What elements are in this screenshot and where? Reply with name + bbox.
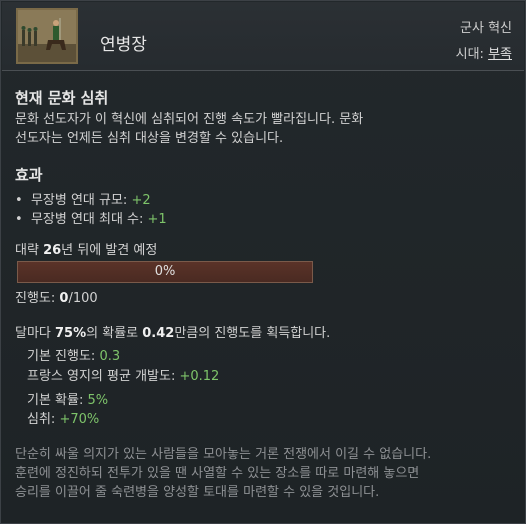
flavor-text-1: 단순히 싸울 의지가 있는 사람들을 모아놓는 거론 전쟁에서 이길 수 없습니… (15, 447, 432, 462)
tooltip-header: 연병장 군사 혁신 시대: 부족 (2, 2, 524, 71)
culture-fascination-text-2: 선도자는 언제든 심취 대상을 변경할 수 있습니다. (15, 131, 284, 146)
fascination-bonus: 심취: +70% (27, 410, 99, 429)
bullet: • (15, 212, 23, 227)
monthly-text: 의 확률로 (86, 326, 143, 341)
monthly-amount: 0.42 (142, 326, 175, 341)
effect-item: • 무장병 연대 규모: +2 (15, 189, 151, 208)
average-development-value: +0.12 (179, 369, 220, 384)
innovation-type: 군사 혁신 (460, 21, 512, 36)
monthly-text: 달마다 (15, 326, 56, 341)
progress-label: 진행도: (15, 291, 60, 306)
fascination-label: 심취: (27, 412, 60, 427)
progress-max: /100 (68, 291, 98, 306)
era-line: 시대: 부족 (456, 43, 512, 62)
base-progress-value: 0.3 (99, 349, 121, 364)
effect-value: +2 (131, 193, 151, 208)
innovation-title: 연병장 (100, 35, 147, 55)
era-link[interactable]: 부족 (488, 47, 512, 62)
effect-item: • 무장병 연대 최대 수: +1 (15, 208, 167, 227)
era-label: 시대: (455, 47, 489, 62)
base-chance-value: 5% (87, 393, 109, 408)
effects-heading: 효과 (15, 166, 43, 184)
innovation-portrait (16, 8, 78, 64)
soldiers-drill-icon (18, 10, 76, 62)
innovation-tooltip: 연병장 군사 혁신 시대: 부족 현재 문화 심취 문화 선도자가 이 혁신에 … (0, 0, 526, 524)
base-chance: 기본 확률: 5% (27, 391, 108, 410)
average-development-label: 프랑스 영지의 평균 개발도: (27, 369, 180, 384)
culture-fascination-text-1: 문화 선도자가 이 혁신에 심취되어 진행 속도가 빨라집니다. 문화 (15, 112, 364, 127)
progress-bar: 0% (17, 261, 313, 283)
flavor-text-3: 승리를 이끌어 줄 숙련병을 양성할 토대를 마련할 수 있을 것입니다. (15, 485, 380, 500)
fascination-value: +70% (59, 412, 100, 427)
discovery-estimate: 대략 26년 뒤에 발견 예정 (15, 241, 157, 260)
discovery-years: 26 (43, 243, 62, 258)
effect-label: 무장병 연대 최대 수: (30, 212, 148, 227)
discovery-suffix: 년 뒤에 발견 예정 (61, 243, 158, 258)
progress-readout: 진행도: 0/100 (15, 289, 98, 308)
effect-value: +1 (147, 212, 167, 227)
base-progress-label: 기본 진행도: (27, 349, 100, 364)
progress-percent: 0% (154, 264, 176, 279)
base-chance-label: 기본 확률: (27, 393, 88, 408)
flavor-text-2: 훈련에 정진하되 전투가 있을 땐 사열할 수 있는 장소를 따로 마련해 놓으… (15, 466, 420, 481)
bullet: • (15, 193, 23, 208)
monthly-text: 만큼의 진행도를 획득합니다. (174, 326, 331, 341)
monthly-gain: 달마다 75%의 확률로 0.42만큼의 진행도를 획득합니다. (15, 324, 330, 343)
base-progress: 기본 진행도: 0.3 (27, 347, 120, 366)
discovery-prefix: 대략 (15, 243, 44, 258)
monthly-chance: 75% (55, 326, 87, 341)
average-development: 프랑스 영지의 평균 개발도: +0.12 (27, 367, 219, 386)
culture-fascination-heading: 현재 문화 심취 (15, 89, 109, 107)
effect-label: 무장병 연대 규모: (30, 193, 132, 208)
